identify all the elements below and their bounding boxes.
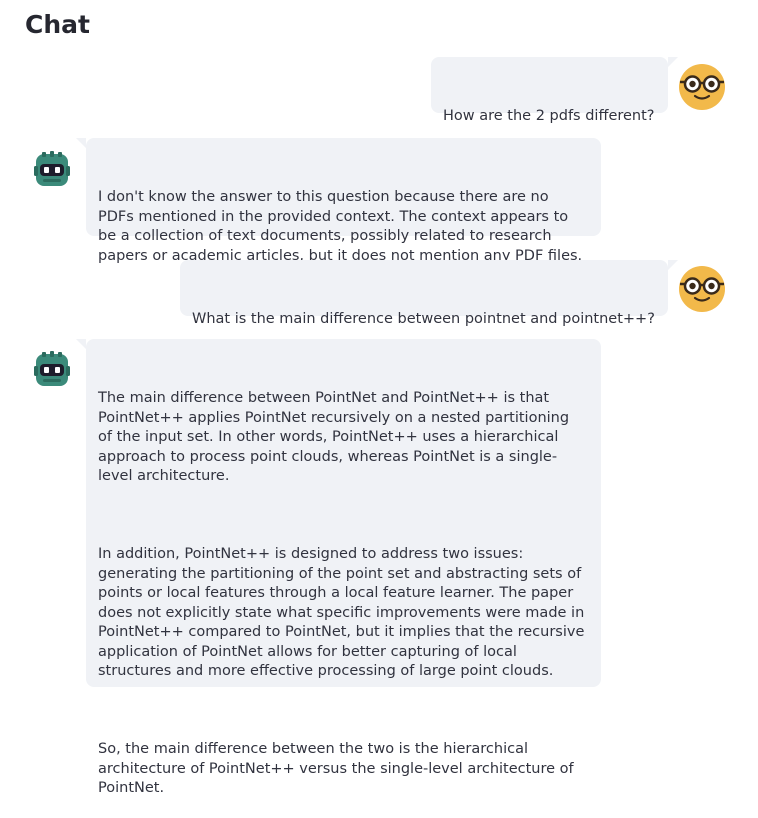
message-text: What is the main difference between poin…: [192, 311, 655, 327]
message-paragraph: So, the main difference between the two …: [98, 741, 574, 796]
user-avatar: [678, 265, 726, 313]
robot-face-icon: [34, 351, 70, 386]
message-text: I don't know the answer to this question…: [98, 189, 583, 264]
page-title: Chat: [25, 10, 90, 39]
assistant-message: I don't know the answer to this question…: [76, 138, 601, 264]
message-paragraph: The main difference between PointNet and…: [98, 390, 570, 484]
message-text: How are the 2 pdfs different?: [443, 108, 655, 124]
nerd-glasses-face-icon: [679, 64, 725, 110]
user-message: How are the 2 pdfs different?: [431, 57, 678, 124]
assistant-avatar: [30, 348, 74, 392]
message-paragraph: In addition, PointNet++ is designed to a…: [98, 546, 585, 679]
robot-face-icon: [34, 151, 70, 186]
nerd-glasses-face-icon: [679, 266, 725, 312]
assistant-message: The main difference between PointNet and…: [76, 339, 601, 796]
assistant-avatar: [30, 148, 74, 192]
user-avatar: [678, 63, 726, 111]
user-message: What is the main difference between poin…: [180, 260, 678, 327]
